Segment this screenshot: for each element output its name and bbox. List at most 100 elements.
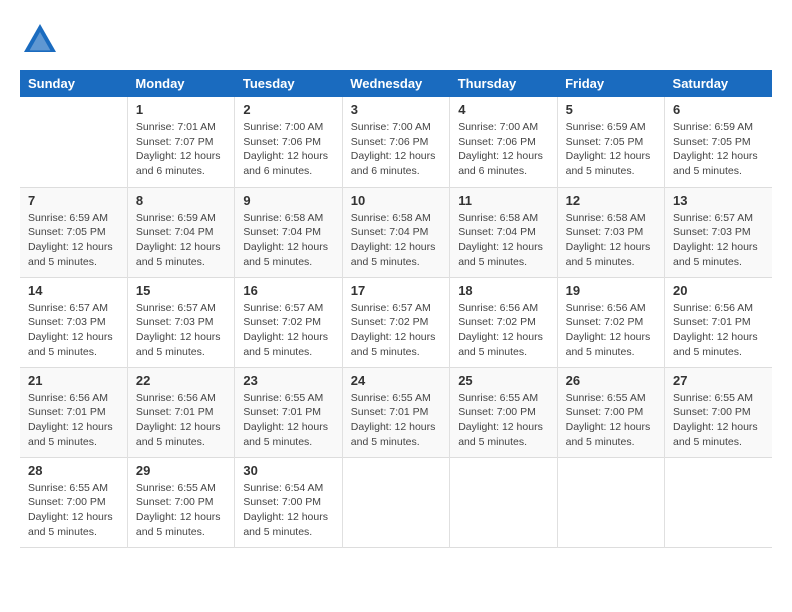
col-header-thursday: Thursday [450, 70, 557, 97]
day-info: Sunrise: 7:00 AM Sunset: 7:06 PM Dayligh… [243, 120, 333, 179]
day-number: 6 [673, 102, 764, 117]
week-row-4: 21 Sunrise: 6:56 AM Sunset: 7:01 PM Dayli… [20, 367, 772, 457]
day-number: 19 [566, 283, 656, 298]
day-info: Sunrise: 6:57 AM Sunset: 7:02 PM Dayligh… [351, 301, 441, 360]
calendar-cell: 20Sunrise: 6:56 AM Sunset: 7:01 PM Dayli… [665, 277, 772, 367]
calendar-cell: 3 Sunrise: 7:00 AM Sunset: 7:06 PM Daylig… [342, 97, 449, 187]
week-row-1: 1 Sunrise: 7:01 AM Sunset: 7:07 PM Daylig… [20, 97, 772, 187]
day-number: 16 [243, 283, 333, 298]
week-row-5: 28 Sunrise: 6:55 AM Sunset: 7:00 PM Dayli… [20, 457, 772, 547]
day-info: Sunrise: 6:56 AM Sunset: 7:01 PM Dayligh… [136, 391, 226, 450]
day-info: Sunrise: 6:57 AM Sunset: 7:03 PM Dayligh… [136, 301, 226, 360]
day-info: Sunrise: 6:57 AM Sunset: 7:03 PM Dayligh… [673, 211, 764, 270]
day-info: Sunrise: 6:56 AM Sunset: 7:02 PM Dayligh… [458, 301, 548, 360]
calendar-cell: 12 Sunrise: 6:58 AM Sunset: 7:03 PM Dayli… [557, 187, 664, 277]
logo [20, 20, 64, 60]
calendar-cell: 11 Sunrise: 6:58 AM Sunset: 7:04 PM Dayli… [450, 187, 557, 277]
day-number: 29 [136, 463, 226, 478]
day-info: Sunrise: 6:56 AM Sunset: 7:02 PM Dayligh… [566, 301, 656, 360]
header-row: SundayMondayTuesdayWednesdayThursdayFrid… [20, 70, 772, 97]
day-number: 21 [28, 373, 119, 388]
day-info: Sunrise: 6:55 AM Sunset: 7:00 PM Dayligh… [458, 391, 548, 450]
calendar-cell: 10 Sunrise: 6:58 AM Sunset: 7:04 PM Dayli… [342, 187, 449, 277]
day-number: 18 [458, 283, 548, 298]
day-info: Sunrise: 6:56 AM Sunset: 7:01 PM Dayligh… [673, 301, 764, 360]
day-number: 23 [243, 373, 333, 388]
day-number: 25 [458, 373, 548, 388]
day-number: 27 [673, 373, 764, 388]
col-header-sunday: Sunday [20, 70, 127, 97]
col-header-tuesday: Tuesday [235, 70, 342, 97]
day-info: Sunrise: 7:00 AM Sunset: 7:06 PM Dayligh… [351, 120, 441, 179]
day-info: Sunrise: 6:55 AM Sunset: 7:01 PM Dayligh… [243, 391, 333, 450]
week-row-2: 7 Sunrise: 6:59 AM Sunset: 7:05 PM Daylig… [20, 187, 772, 277]
calendar-cell [20, 97, 127, 187]
logo-icon [20, 20, 60, 60]
calendar-cell: 16 Sunrise: 6:57 AM Sunset: 7:02 PM Dayli… [235, 277, 342, 367]
day-number: 7 [28, 193, 119, 208]
day-info: Sunrise: 6:55 AM Sunset: 7:00 PM Dayligh… [28, 481, 119, 540]
day-number: 9 [243, 193, 333, 208]
calendar-cell: 19 Sunrise: 6:56 AM Sunset: 7:02 PM Dayli… [557, 277, 664, 367]
day-info: Sunrise: 6:56 AM Sunset: 7:01 PM Dayligh… [28, 391, 119, 450]
day-number: 22 [136, 373, 226, 388]
day-number: 30 [243, 463, 333, 478]
calendar-cell: 14 Sunrise: 6:57 AM Sunset: 7:03 PM Dayli… [20, 277, 127, 367]
day-number: 5 [566, 102, 656, 117]
col-header-monday: Monday [127, 70, 234, 97]
day-number: 4 [458, 102, 548, 117]
calendar-cell: 29Sunrise: 6:55 AM Sunset: 7:00 PM Dayli… [127, 457, 234, 547]
day-info: Sunrise: 6:57 AM Sunset: 7:03 PM Dayligh… [28, 301, 119, 360]
day-number: 12 [566, 193, 656, 208]
calendar-cell: 18 Sunrise: 6:56 AM Sunset: 7:02 PM Dayli… [450, 277, 557, 367]
calendar-cell: 28 Sunrise: 6:55 AM Sunset: 7:00 PM Dayli… [20, 457, 127, 547]
calendar-cell: 21 Sunrise: 6:56 AM Sunset: 7:01 PM Dayli… [20, 367, 127, 457]
day-number: 26 [566, 373, 656, 388]
calendar-cell: 22 Sunrise: 6:56 AM Sunset: 7:01 PM Dayli… [127, 367, 234, 457]
calendar-cell: 7 Sunrise: 6:59 AM Sunset: 7:05 PM Daylig… [20, 187, 127, 277]
day-info: Sunrise: 6:58 AM Sunset: 7:04 PM Dayligh… [458, 211, 548, 270]
day-number: 15 [136, 283, 226, 298]
day-info: Sunrise: 6:59 AM Sunset: 7:05 PM Dayligh… [673, 120, 764, 179]
calendar-cell [665, 457, 772, 547]
day-info: Sunrise: 6:55 AM Sunset: 7:01 PM Dayligh… [351, 391, 441, 450]
calendar-cell: 26Sunrise: 6:55 AM Sunset: 7:00 PM Dayli… [557, 367, 664, 457]
calendar-cell: 9Sunrise: 6:58 AM Sunset: 7:04 PM Daylig… [235, 187, 342, 277]
calendar-cell: 30 Sunrise: 6:54 AM Sunset: 7:00 PM Dayli… [235, 457, 342, 547]
calendar-cell: 24 Sunrise: 6:55 AM Sunset: 7:01 PM Dayli… [342, 367, 449, 457]
day-info: Sunrise: 6:59 AM Sunset: 7:05 PM Dayligh… [28, 211, 119, 270]
day-number: 8 [136, 193, 226, 208]
day-number: 2 [243, 102, 333, 117]
calendar-cell: 5 Sunrise: 6:59 AM Sunset: 7:05 PM Daylig… [557, 97, 664, 187]
calendar-cell: 25 Sunrise: 6:55 AM Sunset: 7:00 PM Dayli… [450, 367, 557, 457]
col-header-friday: Friday [557, 70, 664, 97]
calendar-cell: 13 Sunrise: 6:57 AM Sunset: 7:03 PM Dayli… [665, 187, 772, 277]
day-number: 14 [28, 283, 119, 298]
day-info: Sunrise: 7:00 AM Sunset: 7:06 PM Dayligh… [458, 120, 548, 179]
day-info: Sunrise: 6:58 AM Sunset: 7:03 PM Dayligh… [566, 211, 656, 270]
day-number: 10 [351, 193, 441, 208]
day-number: 28 [28, 463, 119, 478]
calendar-cell: 2 Sunrise: 7:00 AM Sunset: 7:06 PM Daylig… [235, 97, 342, 187]
day-number: 17 [351, 283, 441, 298]
calendar-cell: 27Sunrise: 6:55 AM Sunset: 7:00 PM Dayli… [665, 367, 772, 457]
day-number: 24 [351, 373, 441, 388]
calendar-cell: 17 Sunrise: 6:57 AM Sunset: 7:02 PM Dayli… [342, 277, 449, 367]
day-info: Sunrise: 7:01 AM Sunset: 7:07 PM Dayligh… [136, 120, 226, 179]
day-info: Sunrise: 6:58 AM Sunset: 7:04 PM Dayligh… [351, 211, 441, 270]
day-info: Sunrise: 6:59 AM Sunset: 7:05 PM Dayligh… [566, 120, 656, 179]
calendar-cell [450, 457, 557, 547]
calendar-table: SundayMondayTuesdayWednesdayThursdayFrid… [20, 70, 772, 548]
day-number: 13 [673, 193, 764, 208]
day-number: 11 [458, 193, 548, 208]
calendar-cell: 6 Sunrise: 6:59 AM Sunset: 7:05 PM Daylig… [665, 97, 772, 187]
day-info: Sunrise: 6:54 AM Sunset: 7:00 PM Dayligh… [243, 481, 333, 540]
calendar-cell: 1 Sunrise: 7:01 AM Sunset: 7:07 PM Daylig… [127, 97, 234, 187]
calendar-cell: 8Sunrise: 6:59 AM Sunset: 7:04 PM Daylig… [127, 187, 234, 277]
day-number: 3 [351, 102, 441, 117]
col-header-wednesday: Wednesday [342, 70, 449, 97]
col-header-saturday: Saturday [665, 70, 772, 97]
day-info: Sunrise: 6:57 AM Sunset: 7:02 PM Dayligh… [243, 301, 333, 360]
day-number: 1 [136, 102, 226, 117]
calendar-cell [557, 457, 664, 547]
